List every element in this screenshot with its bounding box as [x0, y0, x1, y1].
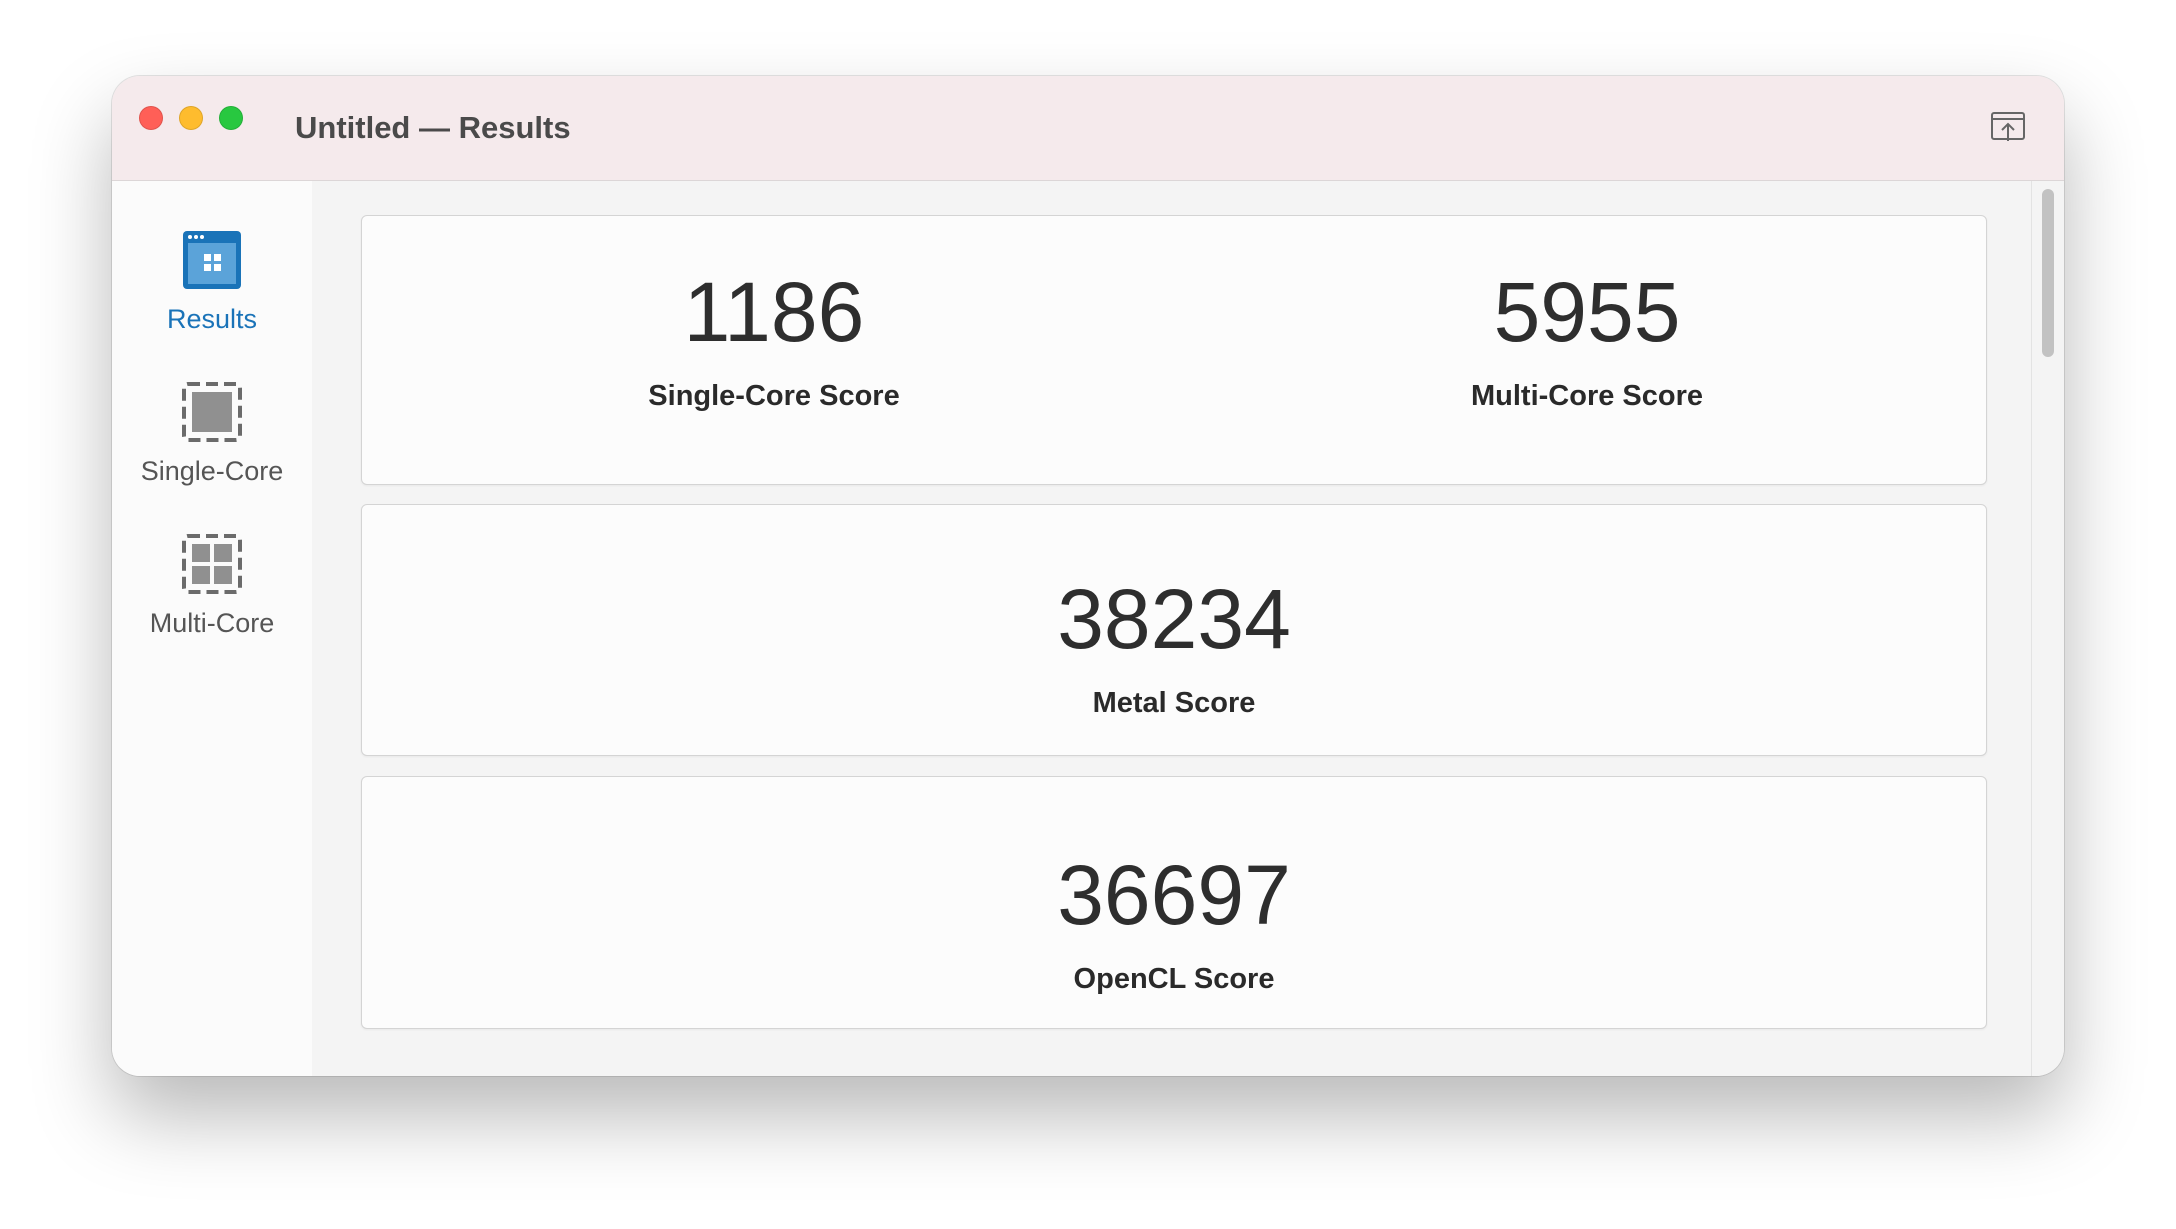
opencl-score-label: OpenCL Score	[1073, 963, 1275, 995]
single-core-icon	[182, 382, 242, 442]
metal-score-label: Metal Score	[1092, 687, 1256, 719]
share-icon	[1991, 112, 2025, 141]
results-panel: 1186 Single-Core Score 5955 Multi-Core S…	[312, 181, 2032, 1076]
close-button[interactable]	[139, 106, 163, 130]
title-bar: Untitled — Results	[112, 76, 2064, 181]
multi-core-icon	[182, 534, 242, 594]
metal-score: 38234 Metal Score	[874, 577, 1474, 720]
sidebar-item-single-core[interactable]: Single-Core	[112, 381, 312, 521]
opencl-score: 36697 OpenCL Score	[874, 853, 1474, 996]
opencl-score-value: 36697	[1057, 848, 1291, 942]
cpu-scores-card: 1186 Single-Core Score 5955 Multi-Core S…	[361, 215, 1987, 485]
sidebar-item-label: Single-Core	[140, 456, 284, 486]
zoom-button[interactable]	[219, 106, 243, 130]
single-core-score-value: 1186	[683, 265, 865, 359]
minimize-button[interactable]	[179, 106, 203, 130]
multi-core-score-value: 5955	[1493, 265, 1681, 359]
sidebar-item-multi-core[interactable]: Multi-Core	[112, 533, 312, 673]
sidebar: Results Single-Core Multi-Core	[112, 181, 312, 1076]
vertical-scrollbar[interactable]	[2031, 181, 2064, 1076]
share-button[interactable]	[1990, 111, 2026, 143]
app-window: Untitled — Results Results Single-Core M…	[112, 76, 2064, 1076]
multi-core-score: 5955 Multi-Core Score	[1387, 270, 1787, 413]
metal-score-value: 38234	[1057, 572, 1291, 666]
single-core-score: 1186 Single-Core Score	[574, 270, 974, 413]
sidebar-item-label: Results	[166, 304, 258, 334]
sidebar-item-results[interactable]: Results	[112, 229, 312, 369]
multi-core-score-label: Multi-Core Score	[1470, 380, 1704, 412]
window-title: Untitled — Results	[295, 110, 571, 145]
single-core-score-label: Single-Core Score	[648, 380, 900, 412]
metal-score-card: 38234 Metal Score	[361, 504, 1987, 756]
results-icon	[183, 231, 241, 289]
sidebar-item-label: Multi-Core	[149, 608, 275, 638]
scrollbar-thumb[interactable]	[2042, 189, 2054, 357]
opencl-score-card: 36697 OpenCL Score	[361, 776, 1987, 1029]
